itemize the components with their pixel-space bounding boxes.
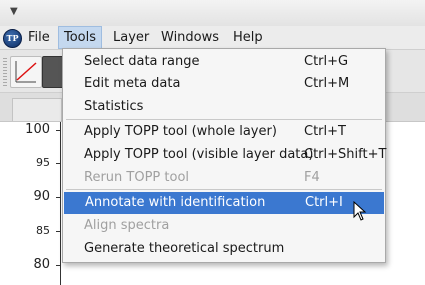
menu-item-statistics[interactable]: Statistics [63,96,385,118]
menu-tools-label: Tools [64,30,97,45]
menu-item-label: Apply TOPP tool (whole layer) [84,124,277,139]
y-tick [56,265,61,266]
menu-item-shortcut: F4 [304,170,320,185]
window-menu-caret-icon[interactable]: ▼ [10,6,18,17]
y-tick-label: 90 [33,189,50,204]
menu-item-shortcut: Ctrl+Shift+T [304,147,387,162]
menu-help-label: Help [233,30,263,45]
menu-item-select-data-range[interactable]: Select data range Ctrl+G [63,51,385,73]
menu-item-label: Select data range [84,54,200,69]
menu-tools[interactable]: Tools [58,26,103,49]
menu-item-label: Apply TOPP tool (visible layer data) [84,147,314,162]
menu-windows-label: Windows [161,30,220,45]
mouse-pointer-icon [353,201,367,221]
menu-item-label: Annotate with identification [85,195,266,210]
menu-item-apply-topp-visible[interactable]: Apply TOPP tool (visible layer data) Ctr… [63,144,387,166]
menu-layer-label: Layer [113,30,150,45]
y-tick-label: 80 [33,257,50,272]
y-tick [56,197,61,198]
menu-layer[interactable]: Layer [108,26,154,49]
y-axis [60,122,61,285]
draw-line-icon[interactable] [10,56,42,88]
window-titlebar: ▼ [0,0,425,27]
menubar: TP File Tools Layer Windows Help [0,26,425,50]
menu-item-label: Generate theoretical spectrum [84,241,285,256]
menu-item-shortcut: Ctrl+G [304,54,349,69]
menu-item-shortcut: Ctrl+M [304,76,350,91]
menu-item-label: Statistics [84,99,144,114]
menu-item-edit-meta-data[interactable]: Edit meta data Ctrl+M [63,73,385,95]
menu-windows[interactable]: Windows [156,26,224,49]
y-tick-label: 85 [36,224,50,237]
menu-item-rerun-topp: Rerun TOPP tool F4 [63,167,385,189]
menu-file-label: File [28,30,50,45]
menu-item-label: Edit meta data [84,76,181,91]
line-chart-icon [15,61,37,83]
y-tick [56,163,61,164]
menu-item-apply-topp-whole[interactable]: Apply TOPP tool (whole layer) Ctrl+T [63,121,385,143]
menu-item-label: Align spectra [84,218,170,233]
menu-help[interactable]: Help [228,26,268,49]
app-logo-icon: TP [3,29,22,48]
y-tick [56,130,61,131]
toolbar-grip-icon[interactable] [3,58,7,86]
menu-item-generate-theoretical-spectrum[interactable]: Generate theoretical spectrum [63,238,385,260]
y-tick [56,231,61,232]
menu-item-align-spectra: Align spectra [63,215,385,237]
menu-separator [66,119,382,120]
menu-item-annotate-identification[interactable]: Annotate with identification Ctrl+I [64,192,384,214]
menu-separator [66,189,382,190]
y-tick-label: 95 [36,156,50,169]
menu-item-shortcut: Ctrl+I [305,195,343,210]
menu-item-shortcut: Ctrl+T [304,124,346,139]
y-tick-label: 100 [25,122,50,137]
menu-item-label: Rerun TOPP tool [84,170,190,185]
tools-dropdown-menu: Select data range Ctrl+G Edit meta data … [62,48,386,263]
menu-file[interactable]: File [23,26,55,49]
tab-document[interactable] [12,98,62,121]
